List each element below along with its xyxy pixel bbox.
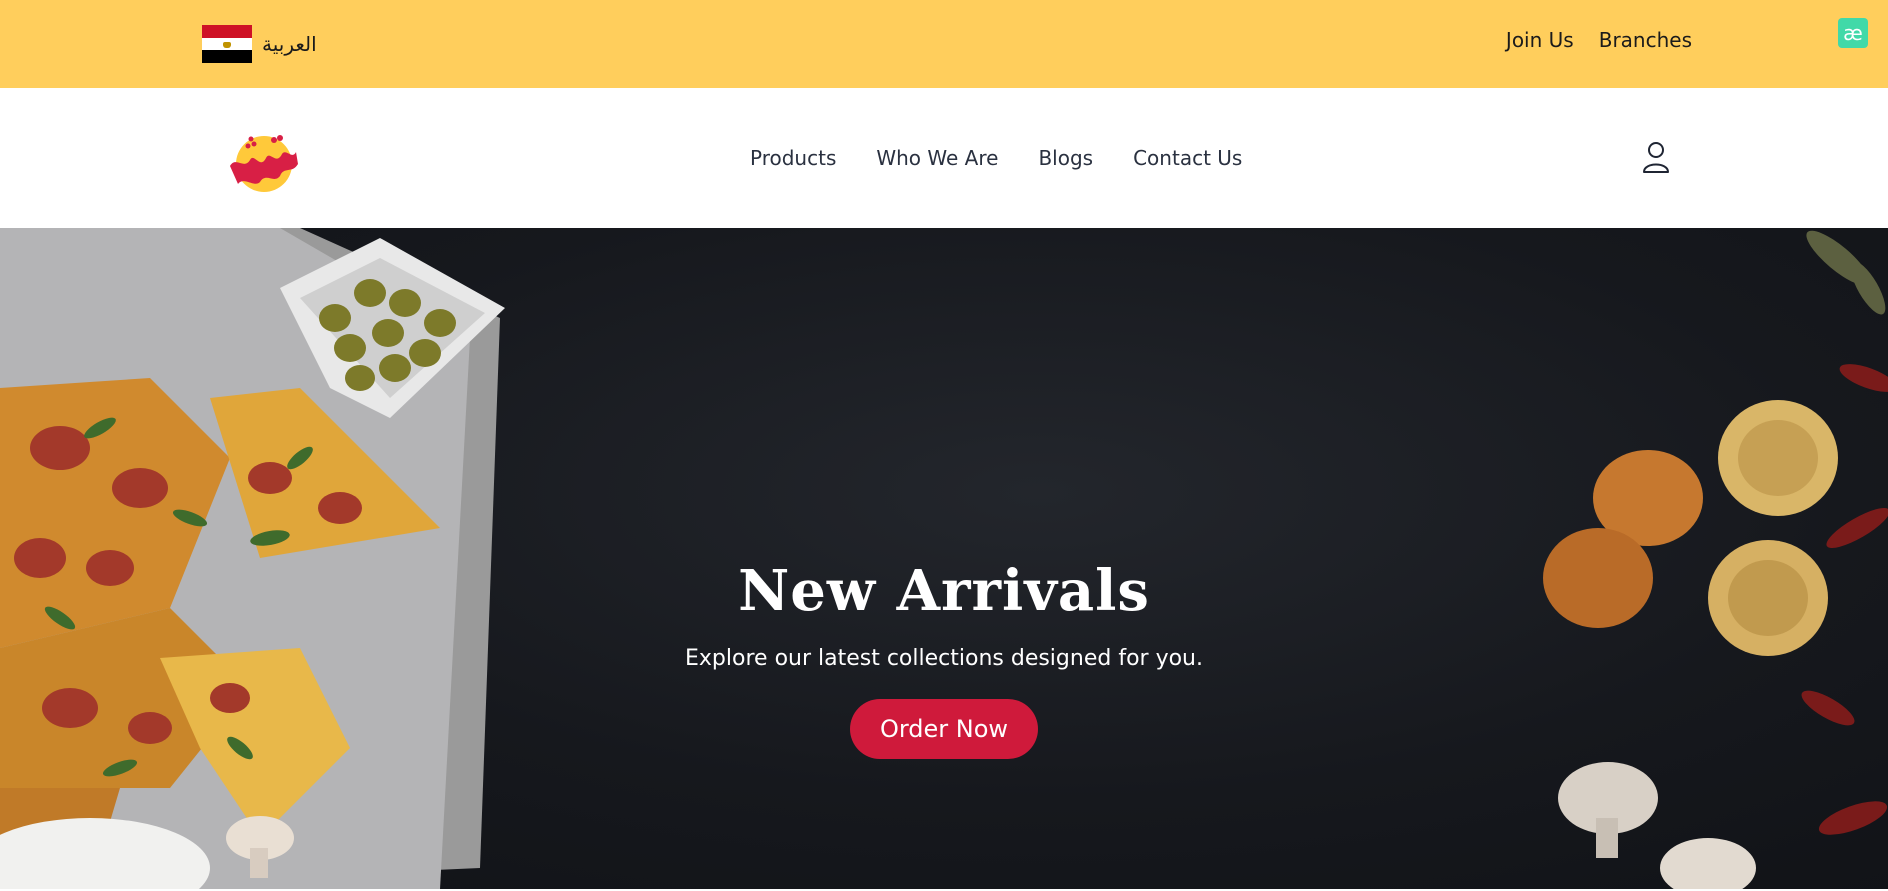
- join-us-link[interactable]: Join Us: [1506, 28, 1574, 52]
- hero-subtitle: Explore our latest collections designed …: [685, 646, 1203, 671]
- language-switcher[interactable]: العربية: [202, 24, 317, 64]
- branches-link[interactable]: Branches: [1599, 28, 1692, 52]
- main-header: Products Who We Are Blogs Contact Us: [0, 88, 1888, 228]
- nav-contact-us[interactable]: Contact Us: [1133, 146, 1242, 170]
- hero-title: New Arrivals: [738, 558, 1150, 624]
- language-label: العربية: [262, 32, 317, 56]
- order-now-button[interactable]: Order Now: [849, 699, 1039, 759]
- brand-logo[interactable]: [222, 126, 304, 194]
- top-links: Join Us Branches: [1506, 28, 1692, 52]
- user-account-button[interactable]: [1640, 140, 1672, 174]
- hero-content: New Arrivals Explore our latest collecti…: [0, 558, 1888, 759]
- user-icon: [1643, 142, 1669, 173]
- hero-banner: New Arrivals Explore our latest collecti…: [0, 228, 1888, 889]
- nav-who-we-are[interactable]: Who We Are: [876, 146, 998, 170]
- top-bar: العربية Join Us Branches æ: [0, 0, 1888, 88]
- egypt-flag-icon: [202, 25, 252, 63]
- logo-icon: [230, 135, 298, 192]
- nav-blogs[interactable]: Blogs: [1038, 146, 1093, 170]
- nav-products[interactable]: Products: [750, 146, 836, 170]
- main-nav: Products Who We Are Blogs Contact Us: [750, 146, 1242, 170]
- extension-icon[interactable]: æ: [1838, 18, 1868, 48]
